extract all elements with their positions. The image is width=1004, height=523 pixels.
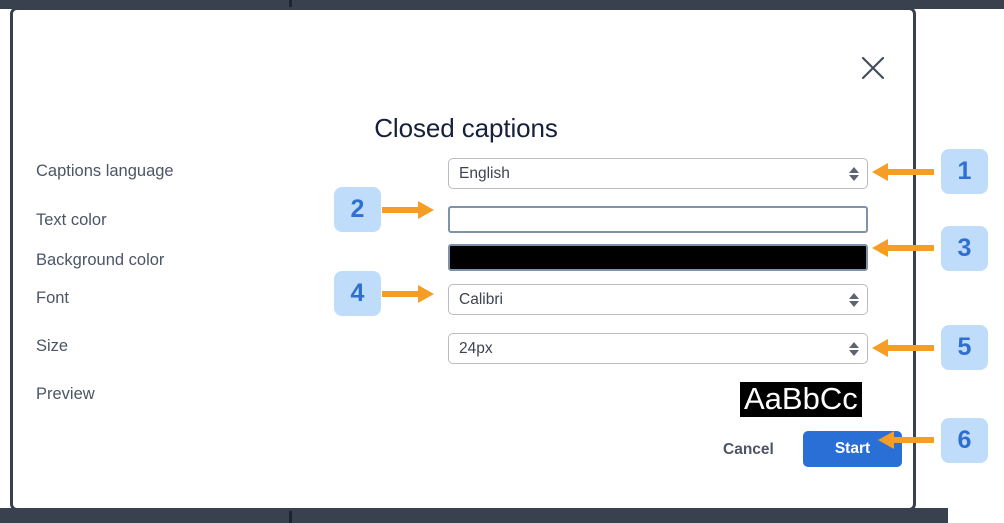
annotation-badge-4: 4: [334, 271, 381, 316]
label-font: Font: [36, 289, 70, 307]
annotation-badge-2: 2: [334, 187, 381, 232]
page-title: Closed captions: [374, 113, 558, 143]
captions-language-select[interactable]: English: [448, 158, 868, 189]
cancel-button[interactable]: Cancel: [723, 441, 774, 459]
caption-preview: AaBbCc: [740, 382, 862, 417]
label-captions-language: Captions language: [36, 162, 174, 180]
annotation-arrow-6: [878, 431, 934, 449]
text-color-swatch[interactable]: [448, 206, 868, 233]
annotation-badge-1: 1: [941, 149, 988, 194]
annotation-badge-5: 5: [941, 325, 988, 370]
annotation-arrow-3: [872, 239, 934, 257]
font-select[interactable]: Calibri: [448, 284, 868, 315]
label-preview: Preview: [36, 385, 95, 403]
annotation-arrow-5: [872, 339, 934, 357]
font-select-wrap: Calibri: [448, 284, 868, 315]
background-color-swatch[interactable]: [448, 244, 868, 271]
size-select[interactable]: 24px: [448, 333, 868, 364]
captions-language-select-wrap: English: [448, 158, 868, 189]
closed-captions-dialog: Closed captions Captions language Text c…: [10, 7, 916, 511]
annotation-badge-6: 6: [941, 418, 988, 463]
close-icon[interactable]: [853, 48, 893, 88]
annotation-badge-3: 3: [941, 226, 988, 271]
annotation-arrow-1: [872, 163, 934, 181]
annotation-arrow-2: [382, 201, 434, 219]
label-background-color: Background color: [36, 251, 165, 269]
label-text-color: Text color: [36, 211, 107, 229]
label-size: Size: [36, 337, 69, 355]
annotation-arrow-4: [382, 285, 434, 303]
size-select-wrap: 24px: [448, 333, 868, 364]
